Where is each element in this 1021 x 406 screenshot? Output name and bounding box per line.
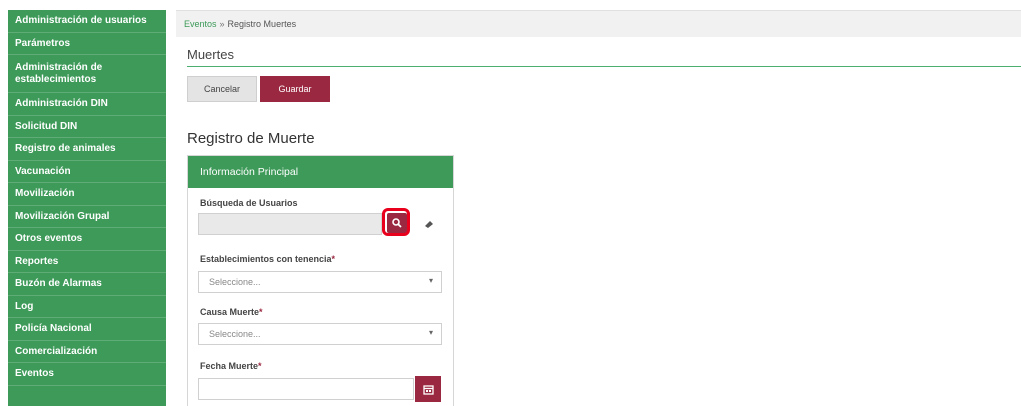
sidebar-item-label: Buzón de Alarmas <box>15 278 102 290</box>
user-search-label: Búsqueda de Usuarios <box>200 198 298 208</box>
sidebar-item-otros-eventos[interactable]: Otros eventos <box>8 228 166 251</box>
eraser-icon[interactable] <box>424 219 434 229</box>
required-mark: * <box>258 361 262 371</box>
required-mark: * <box>331 254 336 264</box>
save-button[interactable]: Guardar <box>260 76 330 102</box>
sidebar-item-label: Movilización <box>15 188 75 200</box>
sidebar-item-administracion-establecimientos[interactable]: Administración de establecimientos <box>8 55 166 93</box>
sidebar-item-label: Reportes <box>15 255 59 267</box>
establishment-placeholder: Seleccione... <box>209 277 261 287</box>
establishment-label-text: Establecimientos con tenencia <box>200 254 332 264</box>
panel-title: Información Principal <box>200 166 299 178</box>
form-title: Registro de Muerte <box>187 130 315 147</box>
sidebar-item-solicitud-din[interactable]: Solicitud DIN <box>8 116 166 138</box>
user-search-label-text: Búsqueda de Usuarios <box>200 198 298 208</box>
sidebar-item-buzon-alarmas[interactable]: Buzón de Alarmas <box>8 273 166 296</box>
panel-header: Información Principal <box>188 156 453 188</box>
sidebar-item-label: Log <box>15 300 34 312</box>
calendar-icon <box>422 384 434 395</box>
sidebar-item-label: Administración DIN <box>15 98 108 110</box>
page-title: Muertes <box>187 47 234 62</box>
sidebar: Administración de usuarios Parámetros Ad… <box>8 10 166 406</box>
sidebar-item-label: Eventos <box>15 368 54 380</box>
sidebar-item-eventos[interactable]: Eventos <box>8 363 166 386</box>
cancel-button[interactable]: Cancelar <box>187 76 257 102</box>
cause-placeholder: Seleccione... <box>209 329 261 339</box>
sidebar-item-policia-nacional[interactable]: Policía Nacional <box>8 318 166 341</box>
sidebar-item-label: Administración de establecimientos <box>15 61 103 85</box>
title-divider <box>187 66 1021 67</box>
sidebar-item-comercializacion[interactable]: Comercialización <box>8 341 166 363</box>
date-input[interactable] <box>198 378 414 400</box>
breadcrumb-link-eventos[interactable]: Eventos <box>184 19 217 29</box>
sidebar-item-label: Registro de animales <box>15 143 116 155</box>
sidebar-item-administracion-din[interactable]: Administración DIN <box>8 93 166 116</box>
sidebar-item-label: Otros eventos <box>15 233 83 245</box>
breadcrumb-current: Registro Muertes <box>227 19 297 29</box>
calendar-button[interactable] <box>415 376 441 402</box>
sidebar-item-label: Policía Nacional <box>15 323 92 335</box>
caret-down-icon: ▾ <box>428 276 433 285</box>
sidebar-item-administracion-usuarios[interactable]: Administración de usuarios <box>8 10 166 33</box>
sidebar-item-movilizacion[interactable]: Movilización <box>8 183 166 206</box>
establishment-select[interactable]: Seleccione... ▾ <box>198 271 442 293</box>
cause-label: Causa Muerte* <box>200 307 263 317</box>
sidebar-item-reportes[interactable]: Reportes <box>8 251 166 273</box>
sidebar-item-label: Movilización Grupal <box>15 210 110 222</box>
sidebar-item-label: Comercialización <box>15 345 98 357</box>
user-search-input[interactable] <box>198 213 382 235</box>
caret-down-icon: ▾ <box>428 328 433 337</box>
sidebar-item-label: Parámetros <box>15 37 71 49</box>
breadcrumb-separator: » <box>219 19 225 29</box>
sidebar-item-label: Vacunación <box>15 165 71 177</box>
cause-select[interactable]: Seleccione... ▾ <box>198 323 442 345</box>
date-label-text: Fecha Muerte <box>200 361 259 371</box>
sidebar-item-movilizacion-grupal[interactable]: Movilización Grupal <box>8 206 166 228</box>
sidebar-item-parametros[interactable]: Parámetros <box>8 33 166 55</box>
sidebar-item-label: Solicitud DIN <box>15 120 78 132</box>
sidebar-item-registro-animales[interactable]: Registro de animales <box>8 138 166 161</box>
breadcrumb: Eventos » Registro Muertes <box>176 11 1021 37</box>
date-label: Fecha Muerte* <box>200 361 262 371</box>
search-button-highlight <box>382 208 410 236</box>
cause-label-text: Causa Muerte <box>200 307 260 317</box>
sidebar-item-label: Administración de usuarios <box>15 15 147 27</box>
required-mark: * <box>259 307 263 317</box>
establishment-label: Establecimientos con tenencia* <box>200 254 335 264</box>
sidebar-item-vacunacion[interactable]: Vacunación <box>8 161 166 183</box>
sidebar-item-log[interactable]: Log <box>8 296 166 318</box>
main-info-panel: Información Principal Búsqueda de Usuari… <box>187 155 454 406</box>
